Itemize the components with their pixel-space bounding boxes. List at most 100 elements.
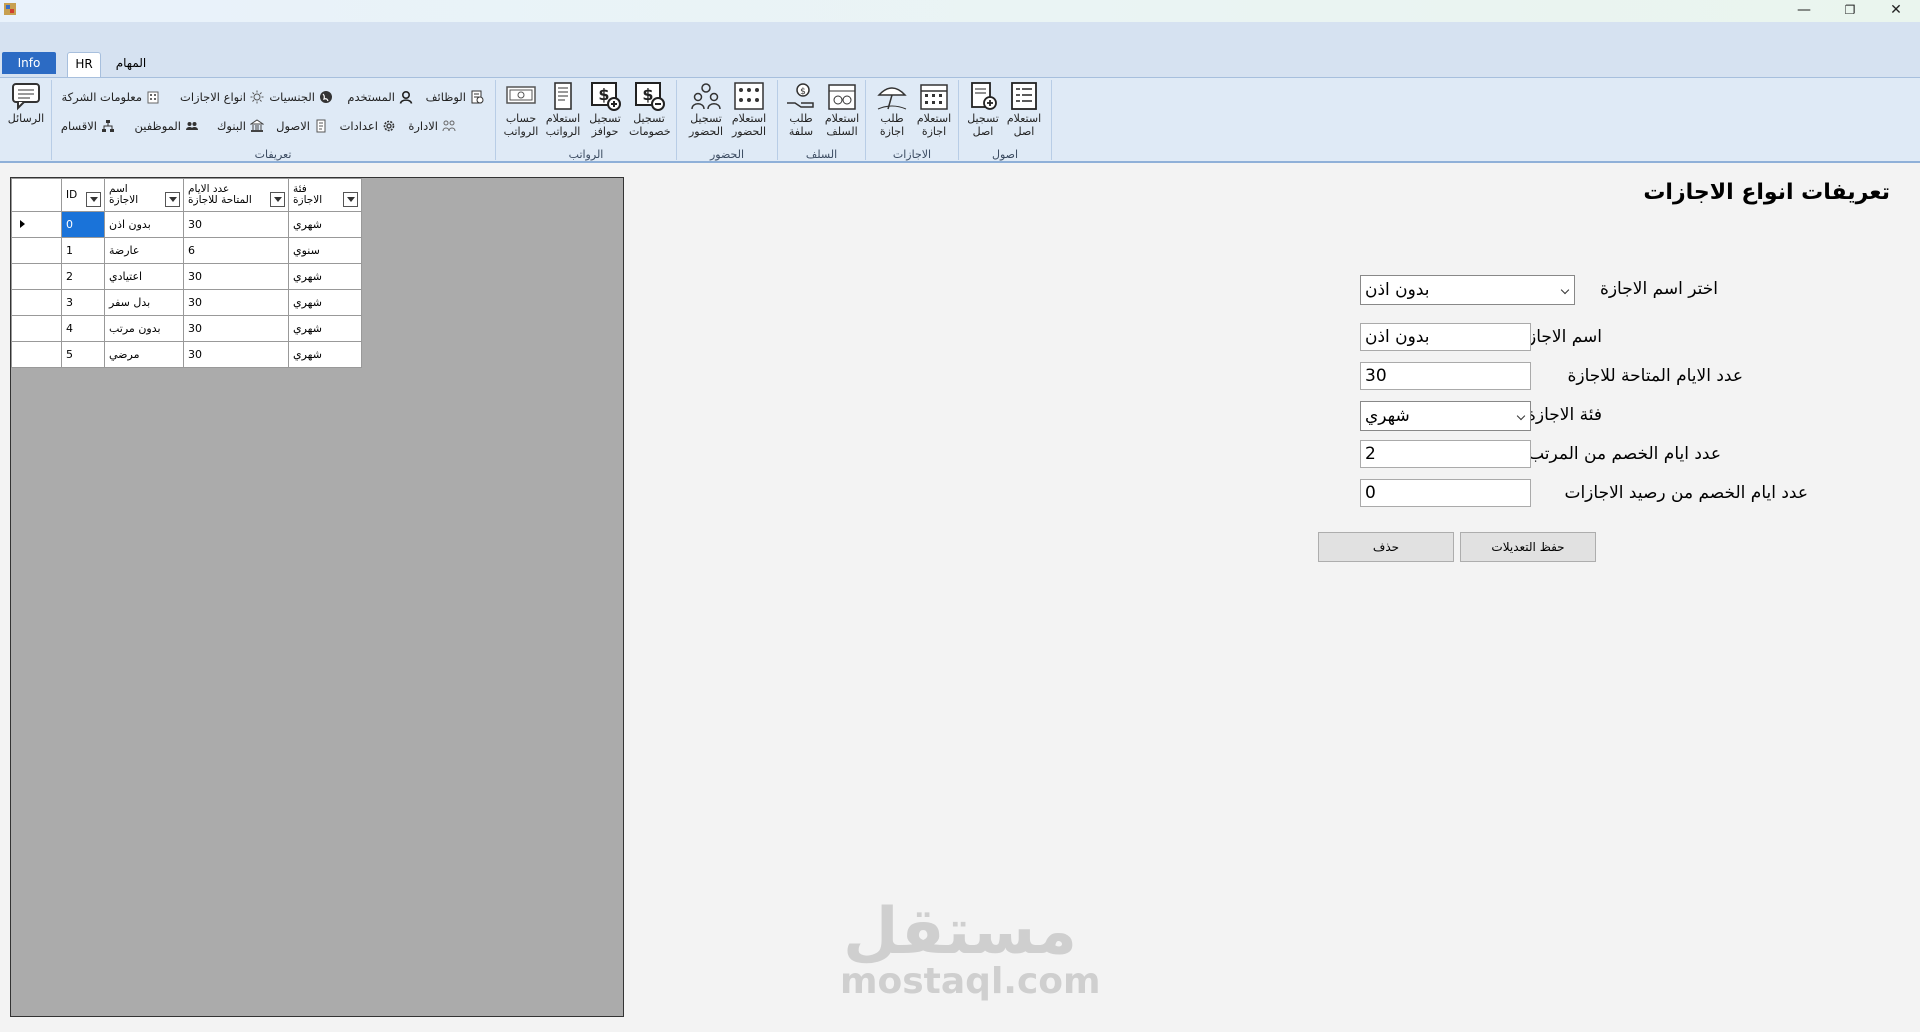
- deductions-label-2: خصومات: [629, 125, 671, 138]
- row-header-current[interactable]: [11, 211, 62, 238]
- assets-definitions-button[interactable]: الاصول: [276, 116, 328, 136]
- cell-category[interactable]: شهري: [288, 289, 362, 316]
- cell-days[interactable]: 6: [183, 237, 289, 264]
- available-days-field[interactable]: 30: [1360, 362, 1531, 390]
- filter-dropdown-icon[interactable]: [270, 192, 285, 207]
- column-header-name[interactable]: اسم الاجازة: [104, 178, 184, 212]
- deductions-button[interactable]: $ تسجيل خصومات: [629, 81, 671, 138]
- cell-id[interactable]: 3: [61, 289, 105, 316]
- balance-deduction-days-label: عدد ايام الخصم من رصيد الاجازات: [1564, 483, 1808, 503]
- close-button[interactable]: ✕: [1874, 0, 1918, 22]
- ribbon-tab-strip: Info HR المهام: [0, 22, 1920, 78]
- restore-button[interactable]: ❐: [1828, 0, 1872, 22]
- settings-button[interactable]: اعدادات: [340, 116, 396, 136]
- employees-button[interactable]: الموظفين: [135, 116, 199, 136]
- umbrella-icon: [877, 87, 907, 110]
- advance-query-button[interactable]: استعلام السلف: [822, 81, 862, 138]
- table-row[interactable]: 1 عارضة 6 سنوي: [11, 237, 362, 264]
- cash-icon: [506, 86, 536, 104]
- asset-query-button[interactable]: استعلام اصل: [1004, 81, 1044, 138]
- save-changes-button[interactable]: حفظ التعديلات: [1460, 532, 1596, 562]
- leave-query-button[interactable]: استعلام اجازة: [914, 81, 954, 138]
- select-leave-dropdown[interactable]: بدون اذن: [1360, 275, 1575, 305]
- table-row[interactable]: 2 اعتيادي 30 شهري: [11, 263, 362, 290]
- leave-types-grid: ID اسم الاجازة عدد الايام المتاحة للاجازة …: [11, 178, 362, 368]
- cell-id[interactable]: 2: [61, 263, 105, 290]
- cell-name[interactable]: بدل سفر: [104, 289, 184, 316]
- cell-days[interactable]: 30: [183, 315, 289, 342]
- leave-request-button[interactable]: طلب اجازة: [872, 81, 912, 138]
- salary-calc-button[interactable]: حساب الرواتب: [501, 81, 541, 138]
- asset-query-label-1: استعلام: [1006, 112, 1042, 125]
- cell-name[interactable]: بدون مرتب: [104, 315, 184, 342]
- salary-query-label-2: الرواتب: [545, 125, 581, 138]
- cell-days[interactable]: 30: [183, 289, 289, 316]
- cell-name[interactable]: مرضي: [104, 341, 184, 368]
- delete-button[interactable]: حذف: [1318, 532, 1454, 562]
- row-header[interactable]: [11, 237, 62, 264]
- table-row[interactable]: 4 بدون مرتب 30 شهري: [11, 315, 362, 342]
- attendance-query-button[interactable]: استعلام الحضور: [729, 81, 769, 138]
- tab-info[interactable]: Info: [2, 52, 56, 74]
- cell-days[interactable]: 30: [183, 211, 289, 238]
- incentives-button[interactable]: $ تسجيل حوافز: [585, 81, 625, 138]
- advance-request-button[interactable]: $ طلب سلفة: [781, 81, 821, 138]
- row-header[interactable]: [11, 263, 62, 290]
- cell-name[interactable]: عارضة: [104, 237, 184, 264]
- company-info-button[interactable]: معلومات الشركة: [61, 87, 160, 107]
- attendance-reg-label-2: الحضور: [688, 125, 724, 138]
- row-header[interactable]: [11, 315, 62, 342]
- administration-button[interactable]: الادارة: [408, 116, 456, 136]
- filter-dropdown-icon[interactable]: [86, 192, 101, 207]
- cell-days[interactable]: 30: [183, 341, 289, 368]
- messages-button[interactable]: الرسائل: [4, 81, 48, 125]
- cell-id[interactable]: 5: [61, 341, 105, 368]
- row-header[interactable]: [11, 341, 62, 368]
- leave-category-dropdown[interactable]: شهري: [1360, 401, 1531, 431]
- minimize-button[interactable]: —: [1782, 0, 1826, 22]
- attendance-reg-button[interactable]: تسجيل الحضور: [686, 81, 726, 138]
- row-header[interactable]: [11, 289, 62, 316]
- salary-query-label-1: استعلام: [545, 112, 581, 125]
- cell-category[interactable]: شهري: [288, 315, 362, 342]
- sun-icon: [250, 90, 264, 104]
- cell-name[interactable]: بدون اذن: [104, 211, 184, 238]
- user-icon: [399, 90, 413, 104]
- table-row[interactable]: 0 بدون اذن 30 شهري: [11, 211, 362, 238]
- cell-category[interactable]: سنوي: [288, 237, 362, 264]
- tab-hr[interactable]: HR: [67, 52, 101, 78]
- nationalities-button[interactable]: الجنسيات: [269, 87, 333, 107]
- leave-types-label: انواع الاجازات: [180, 90, 246, 104]
- mostaql-watermark: مستقل mostaql.com: [840, 900, 1101, 1000]
- salary-query-button[interactable]: استعلام الرواتب: [543, 81, 583, 138]
- cell-category[interactable]: شهري: [288, 211, 362, 238]
- leave-name-field[interactable]: بدون اذن: [1360, 323, 1531, 351]
- filter-dropdown-icon[interactable]: [343, 192, 358, 207]
- cell-id[interactable]: 0: [61, 211, 105, 238]
- cell-days[interactable]: 30: [183, 263, 289, 290]
- table-row[interactable]: 5 مرضي 30 شهري: [11, 341, 362, 368]
- column-header-id[interactable]: ID: [61, 178, 105, 212]
- attendance-reg-label-1: تسجيل: [690, 112, 722, 125]
- salary-deduction-days-field[interactable]: 2: [1360, 440, 1531, 468]
- departments-button[interactable]: الاقسام: [61, 116, 115, 136]
- asset-register-button[interactable]: تسجيل اصل: [963, 81, 1003, 138]
- column-header-days[interactable]: عدد الايام المتاحة للاجازة: [183, 178, 289, 212]
- filter-dropdown-icon[interactable]: [165, 192, 180, 207]
- column-header-category[interactable]: فئة الاجازة: [288, 178, 362, 212]
- table-row[interactable]: 3 بدل سفر 30 شهري: [11, 289, 362, 316]
- tab-tasks[interactable]: المهام: [110, 52, 152, 74]
- cell-name[interactable]: اعتيادي: [104, 263, 184, 290]
- cell-category[interactable]: شهري: [288, 263, 362, 290]
- cell-id[interactable]: 4: [61, 315, 105, 342]
- leave-types-button[interactable]: انواع الاجازات: [180, 87, 264, 107]
- balance-deduction-days-field[interactable]: 0: [1360, 479, 1531, 507]
- cell-category[interactable]: شهري: [288, 341, 362, 368]
- banks-button[interactable]: البنوك: [217, 116, 264, 136]
- bank-icon: [250, 119, 264, 132]
- cell-id[interactable]: 1: [61, 237, 105, 264]
- user-button[interactable]: المستخدم: [347, 87, 413, 107]
- document-icon: [316, 119, 326, 133]
- jobs-button[interactable]: الوظائف: [426, 87, 484, 107]
- group-label-advances: السلف: [805, 148, 838, 161]
